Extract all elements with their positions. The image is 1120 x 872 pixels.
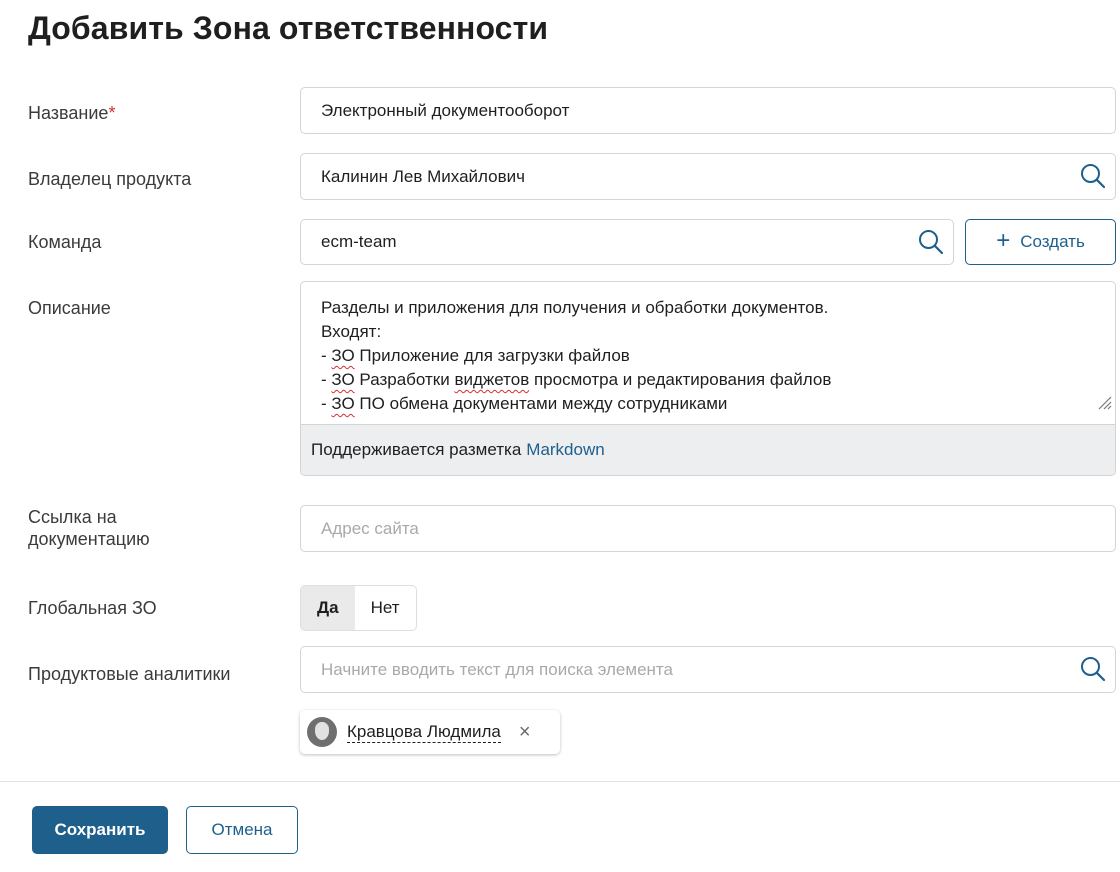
description-line: - ЗО Разработки виджетов просмотра и ред… — [321, 370, 832, 389]
required-mark: * — [108, 103, 116, 123]
team-input-value: ecm-team — [321, 232, 397, 251]
create-team-label: Создать — [1020, 232, 1085, 251]
description-line: - ЗО ПО обмена документами между сотрудн… — [321, 394, 728, 413]
doc-link-input[interactable]: Адрес сайта — [300, 505, 1116, 552]
description-line: Входят: — [321, 322, 382, 341]
doc-link-placeholder: Адрес сайта — [321, 518, 419, 538]
markdown-hint: Поддерживается разметка Markdown — [301, 424, 1115, 475]
owner-label: Владелец продукта — [28, 169, 192, 189]
analysts-placeholder: Начните вводить текст для поиска элемент… — [321, 659, 673, 679]
team-label: Команда — [28, 232, 102, 252]
analysts-search-input[interactable]: Начните вводить текст для поиска элемент… — [300, 646, 1116, 693]
resize-handle-icon[interactable] — [1096, 394, 1112, 410]
create-team-button[interactable]: + Создать — [965, 219, 1116, 265]
description-textarea[interactable]: Разделы и приложения для получения и обр… — [321, 296, 1095, 416]
close-icon[interactable]: × — [519, 722, 531, 742]
search-icon[interactable] — [1079, 162, 1107, 190]
plus-icon: + — [996, 227, 1011, 254]
name-input[interactable]: Электронный документооборот — [300, 87, 1116, 134]
global-zo-label: Глобальная ЗО — [28, 598, 157, 618]
team-input[interactable]: ecm-team — [300, 219, 954, 265]
footer-divider — [0, 781, 1120, 782]
avatar — [307, 717, 337, 747]
global-zo-yes[interactable]: Да — [301, 586, 355, 630]
description-line: - ЗО Приложение для загрузки файлов — [321, 346, 630, 365]
analyst-chip-name[interactable]: Кравцова Людмила — [347, 722, 501, 743]
markdown-link[interactable]: Markdown — [526, 440, 604, 460]
search-icon[interactable] — [1079, 655, 1107, 683]
analysts-label: Продуктовые аналитики — [28, 664, 231, 684]
markdown-hint-text: Поддерживается разметка — [311, 440, 522, 459]
page-title: Добавить Зона ответственности — [28, 10, 549, 46]
owner-input[interactable]: Калинин Лев Михайлович — [300, 153, 1116, 200]
description-field: Разделы и приложения для получения и обр… — [300, 281, 1116, 476]
search-icon[interactable] — [917, 228, 945, 256]
name-input-value: Электронный документооборот — [321, 100, 570, 120]
description-line: Разделы и приложения для получения и обр… — [321, 298, 829, 317]
name-label: Название* — [28, 103, 116, 123]
owner-input-value: Калинин Лев Михайлович — [321, 166, 525, 186]
save-button[interactable]: Сохранить — [32, 806, 168, 854]
global-zo-no[interactable]: Нет — [355, 586, 416, 630]
global-zo-toggle: Да Нет — [300, 585, 417, 631]
doc-link-label: Ссылка на документацию — [28, 507, 150, 549]
analyst-chip: Кравцова Людмила × — [300, 710, 560, 754]
description-label: Описание — [28, 298, 111, 318]
cancel-button[interactable]: Отмена — [186, 806, 298, 854]
